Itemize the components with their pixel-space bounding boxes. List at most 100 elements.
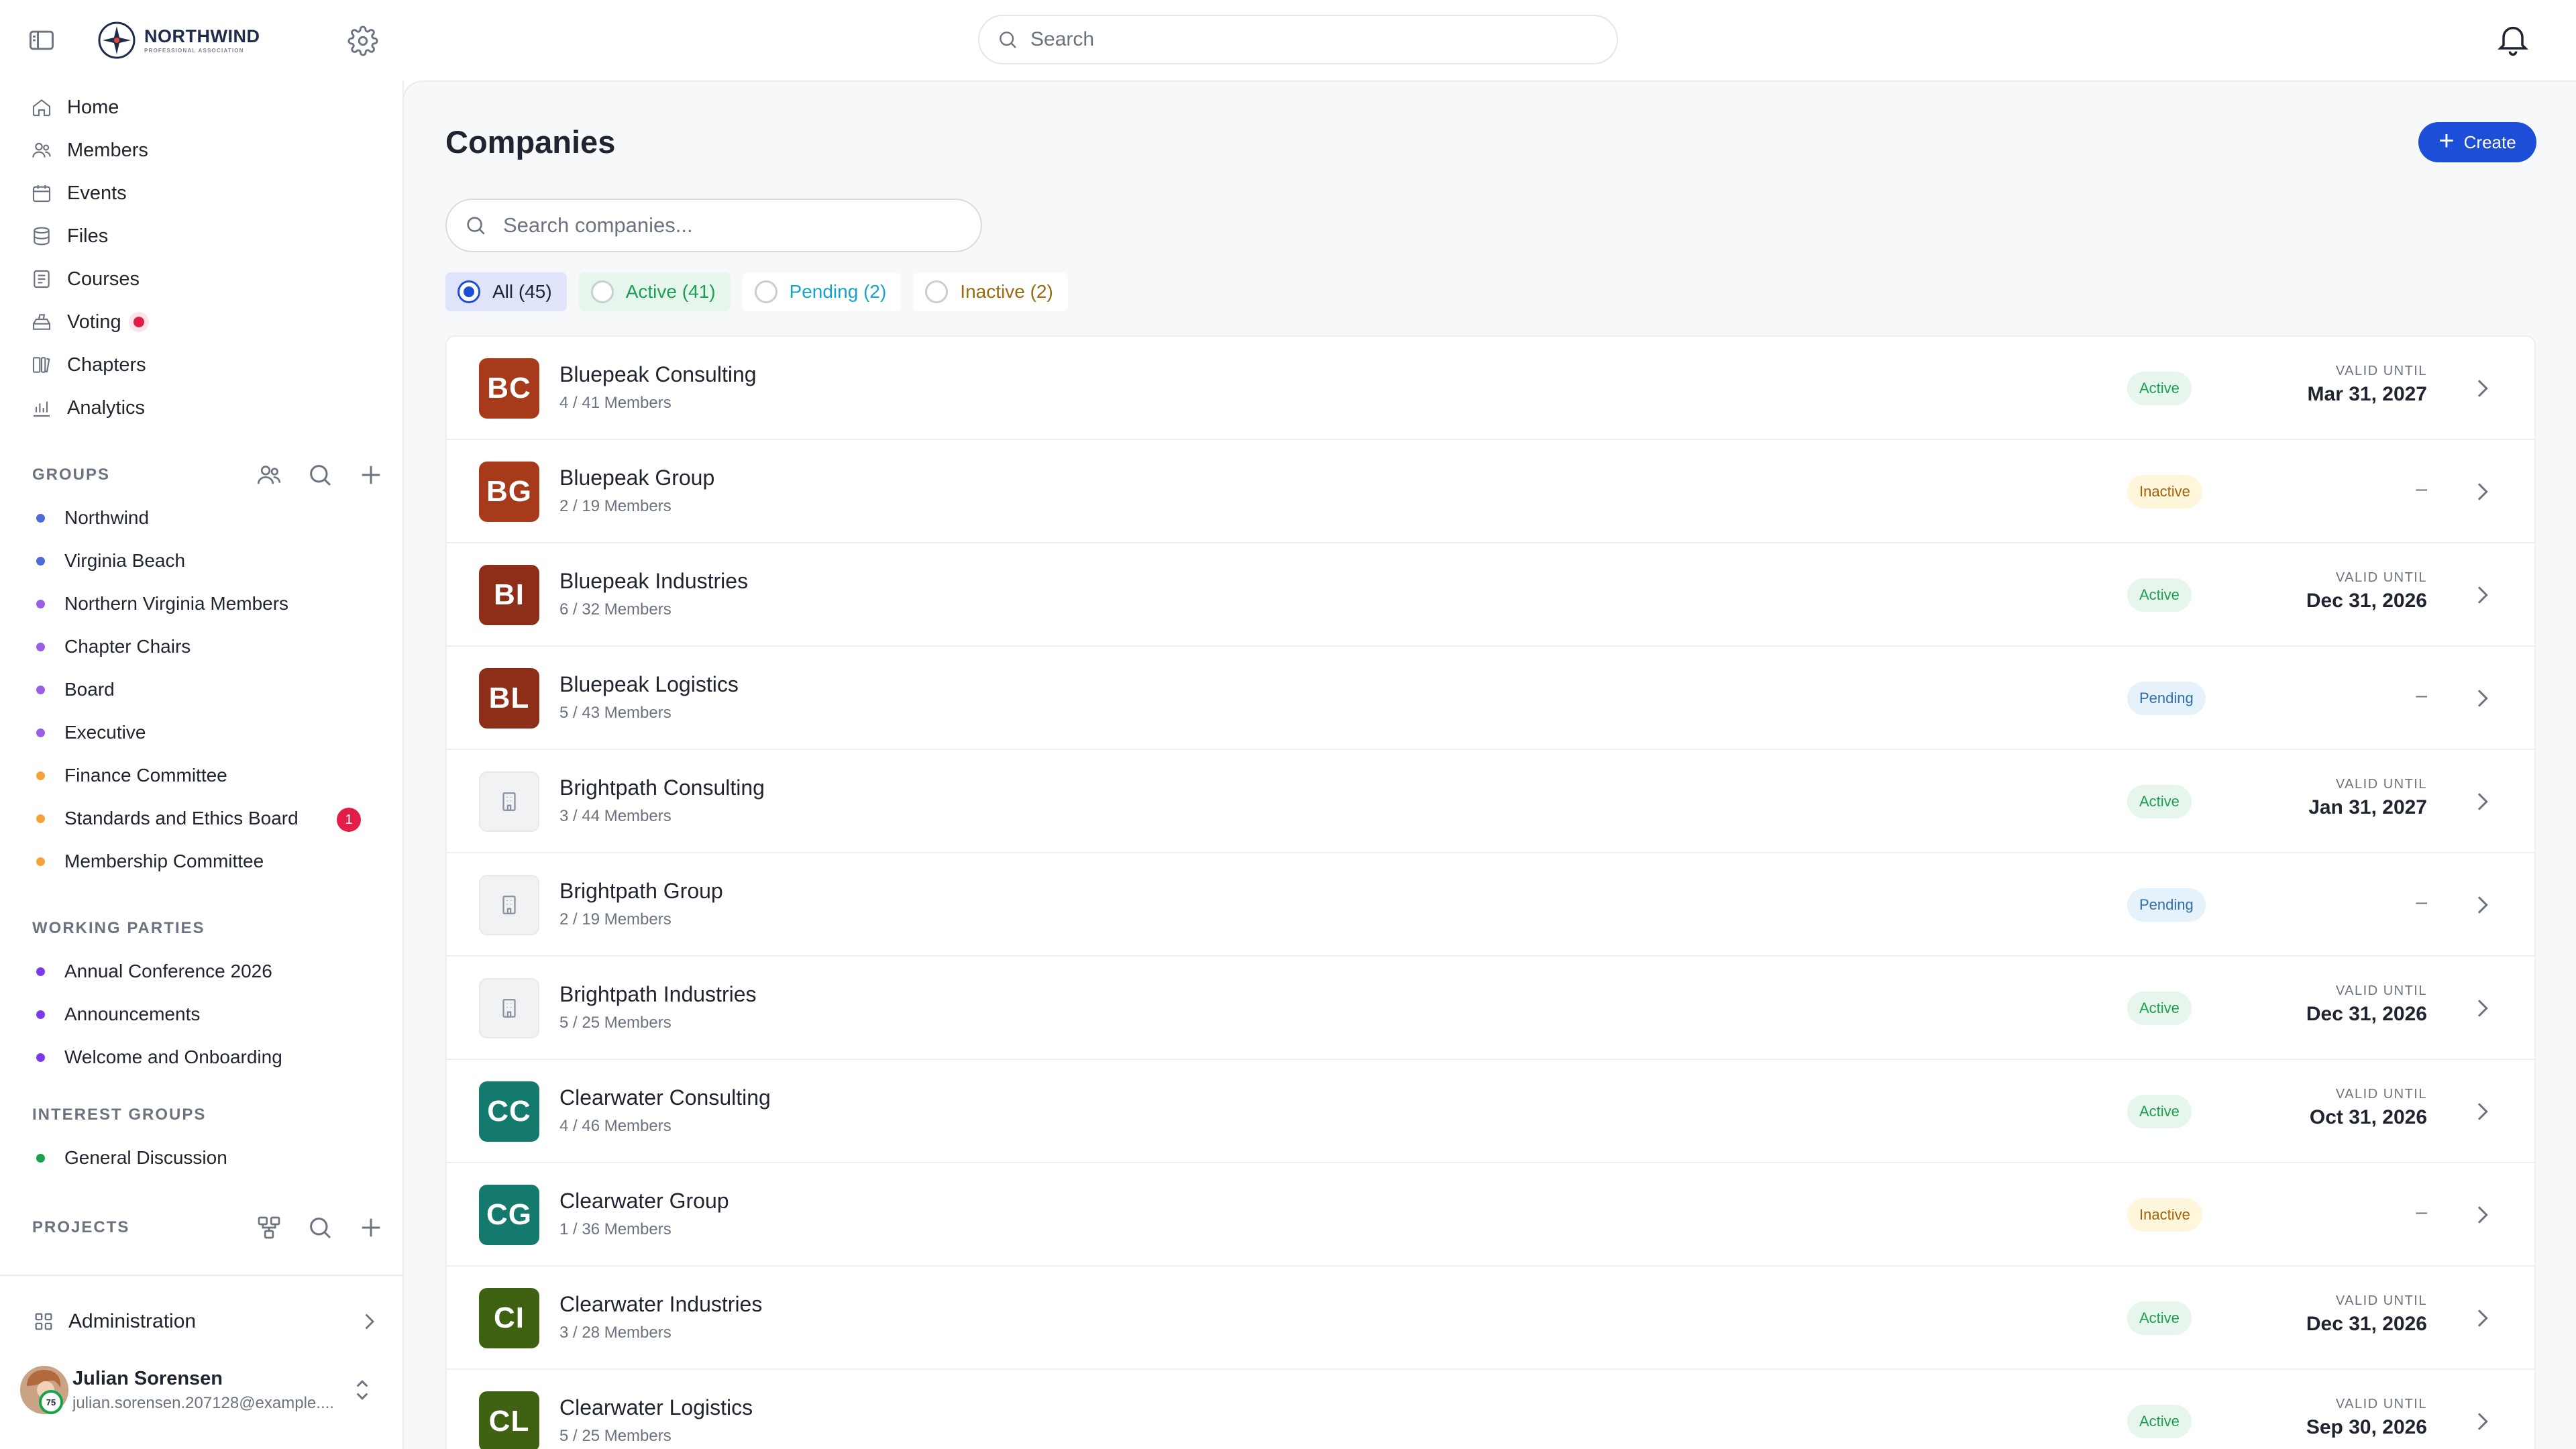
hierarchy-icon[interactable] <box>254 1212 284 1243</box>
company-row[interactable]: BC Bluepeak Consulting 4 / 41 Members Activ… <box>447 337 2534 440</box>
valid-until-empty: – <box>2416 478 2427 500</box>
company-row[interactable]: BL Bluepeak Logistics 5 / 43 Members Pendin… <box>447 647 2534 750</box>
group-label: Northern Virginia Members <box>64 593 289 614</box>
group-item[interactable]: Northern Virginia Members <box>32 582 381 625</box>
company-search-input[interactable] <box>502 213 961 238</box>
working-party-item[interactable]: Welcome and Onboarding <box>32 1036 381 1079</box>
company-search[interactable] <box>445 199 982 252</box>
interest-groups-section: INTEREST GROUPS General Discussion <box>32 1093 381 1179</box>
company-row[interactable]: CI Clearwater Industries 3 / 28 Members Act… <box>447 1267 2534 1370</box>
group-color-dot <box>36 642 45 651</box>
group-item[interactable]: Chapter Chairs <box>32 625 381 668</box>
group-color-dot <box>36 857 45 866</box>
bell-icon[interactable] <box>2494 20 2532 58</box>
group-item[interactable]: Standards and Ethics Board 1 <box>32 797 381 840</box>
nav-item-files[interactable]: Files <box>20 215 382 258</box>
company-row[interactable]: CC Clearwater Consulting 4 / 46 Members Act… <box>447 1060 2534 1163</box>
sidebar-header: NORTHWIND PROFESSIONAL ASSOCIATION <box>0 0 402 80</box>
company-row[interactable]: BG Bluepeak Group 2 / 19 Members Inactive – <box>447 440 2534 543</box>
interest-group-item[interactable]: General Discussion <box>32 1136 381 1179</box>
working-parties-title: WORKING PARTIES <box>32 919 205 937</box>
nav-item-analytics[interactable]: Analytics <box>20 386 382 429</box>
filter-label: All (45) <box>492 281 552 302</box>
chevron-up-down-icon[interactable] <box>347 1375 377 1405</box>
company-row[interactable]: CG Clearwater Group 1 / 36 Members Inactive… <box>447 1163 2534 1267</box>
chevron-right-icon <box>2469 788 2496 815</box>
chevron-right-icon <box>2469 1201 2496 1228</box>
company-logo: BL <box>479 668 539 729</box>
company-name: Bluepeak Logistics <box>559 672 739 696</box>
nav-item-members[interactable]: Members <box>20 129 382 172</box>
group-color-dot <box>36 1053 45 1062</box>
top-bar <box>402 0 2576 80</box>
administration-link[interactable]: Administration <box>32 1300 381 1343</box>
status-badge: Active <box>2127 1095 2192 1128</box>
nav-item-chapters[interactable]: Chapters <box>20 343 382 386</box>
group-item[interactable]: Finance Committee <box>32 754 381 797</box>
company-row[interactable]: Brightpath Consulting 3 / 44 Members Activ… <box>447 750 2534 853</box>
nav-label: Voting <box>67 311 121 333</box>
company-members: 5 / 25 Members <box>559 1427 672 1445</box>
group-item[interactable]: Virginia Beach <box>32 539 381 582</box>
group-members-icon[interactable] <box>254 460 284 490</box>
user-menu[interactable]: 75 Julian Sorensen julian.sorensen.20712… <box>20 1356 382 1424</box>
group-color-dot <box>36 814 45 823</box>
search-icon[interactable] <box>305 460 335 490</box>
company-logo: BG <box>479 462 539 522</box>
global-search[interactable] <box>978 15 1618 64</box>
global-search-input[interactable] <box>1029 28 1582 52</box>
group-label: General Discussion <box>64 1147 227 1168</box>
group-label: Northwind <box>64 507 150 528</box>
company-name: Clearwater Industries <box>559 1292 763 1316</box>
group-label: Executive <box>64 722 146 743</box>
chevron-right-icon <box>2469 1408 2496 1435</box>
search-icon[interactable] <box>305 1212 335 1243</box>
working-party-item[interactable]: Announcements <box>32 993 381 1036</box>
company-logo: BC <box>479 358 539 419</box>
company-row[interactable]: Brightpath Industries 5 / 25 Members Activ… <box>447 957 2534 1060</box>
nav-item-voting[interactable]: Voting <box>20 301 382 343</box>
nav-item-courses[interactable]: Courses <box>20 258 382 301</box>
filter-pending[interactable]: Pending (2) <box>742 272 902 311</box>
group-color-dot <box>36 967 45 976</box>
company-row[interactable]: CL Clearwater Logistics 5 / 25 Members Acti… <box>447 1370 2534 1449</box>
company-logo: CL <box>479 1391 539 1449</box>
filter-inactive[interactable]: Inactive (2) <box>913 272 1068 311</box>
company-row[interactable]: Brightpath Group 2 / 19 Members Pending – <box>447 853 2534 957</box>
status-badge: Active <box>2127 372 2192 405</box>
compass-logo-icon <box>97 21 136 60</box>
company-list: BC Bluepeak Consulting 4 / 41 Members Activ… <box>445 335 2536 1449</box>
company-row[interactable]: BI Bluepeak Industries 6 / 32 Members Activ… <box>447 543 2534 647</box>
filter-all[interactable]: All (45) <box>445 272 567 311</box>
sidebar-toggle-icon[interactable] <box>27 25 56 55</box>
company-name: Clearwater Consulting <box>559 1085 771 1110</box>
chevron-right-icon <box>357 1309 381 1334</box>
company-members: 3 / 28 Members <box>559 1324 672 1342</box>
valid-until-date: Mar 31, 2027 <box>2307 383 2427 405</box>
create-button[interactable]: + Create <box>2418 122 2536 162</box>
plus-icon[interactable] <box>356 1212 386 1243</box>
valid-until: VALID UNTIL Dec 31, 2026 <box>2306 983 2427 1026</box>
gear-icon[interactable] <box>347 25 378 56</box>
nav-item-home[interactable]: Home <box>20 86 382 129</box>
plus-icon[interactable] <box>356 460 386 490</box>
working-party-item[interactable]: Annual Conference 2026 <box>32 950 381 993</box>
filter-active[interactable]: Active (41) <box>578 272 731 311</box>
members-icon <box>30 138 54 162</box>
valid-until-label: VALID UNTIL <box>2335 1293 2427 1308</box>
group-item[interactable]: Executive <box>32 711 381 754</box>
group-item[interactable]: Northwind <box>32 496 381 539</box>
group-label: Board <box>64 679 115 700</box>
group-item[interactable]: Membership Committee <box>32 840 381 883</box>
group-color-dot <box>36 771 45 780</box>
valid-until-empty: – <box>2416 891 2427 913</box>
valid-until: VALID UNTIL Oct 31, 2026 <box>2310 1087 2427 1129</box>
company-name: Clearwater Group <box>559 1189 729 1213</box>
radio-unselected <box>590 280 614 303</box>
group-item[interactable]: Board <box>32 668 381 711</box>
valid-until-label: VALID UNTIL <box>2335 777 2427 792</box>
courses-icon <box>30 267 54 291</box>
app-logo[interactable]: NORTHWIND PROFESSIONAL ASSOCIATION <box>97 20 260 60</box>
valid-until: VALID UNTIL Jan 31, 2027 <box>2308 777 2427 819</box>
nav-item-events[interactable]: Events <box>20 172 382 215</box>
